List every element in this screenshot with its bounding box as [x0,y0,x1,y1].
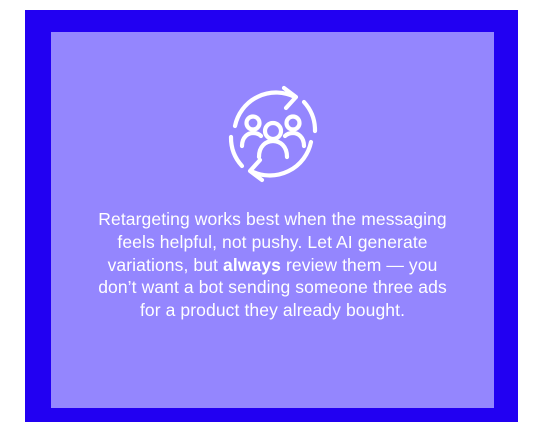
top-arrowhead [281,85,298,111]
right-arc [301,99,317,134]
team-refresh-icon [215,76,331,192]
tip-card: Retargeting works best when the messagin… [51,32,494,408]
tip-text-emphasis: always [222,254,281,275]
outer-frame: Retargeting works best when the messagin… [25,10,518,422]
tip-text: Retargeting works best when the messagin… [91,208,454,322]
bottom-arrowhead [247,157,264,183]
left-arc [228,134,244,169]
